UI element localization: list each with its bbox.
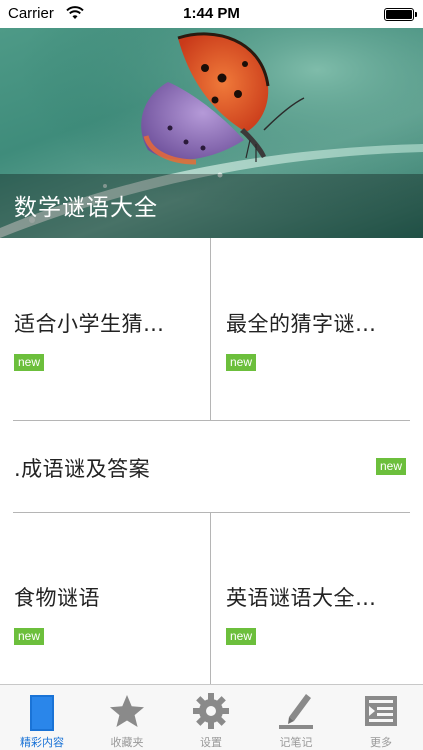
star-icon: [110, 695, 144, 727]
tab-settings[interactable]: 设置: [169, 685, 253, 750]
new-badge: new: [14, 628, 45, 645]
list-icon: [365, 696, 397, 726]
banner[interactable]: 数学谜语大全: [0, 28, 423, 238]
item-title: .成语谜及答案: [14, 457, 151, 481]
pencil-icon: [279, 694, 313, 729]
battery-level-fill: [386, 10, 412, 19]
list-item[interactable]: .成语谜及答案 new: [0, 421, 423, 512]
battery-icon: [384, 8, 417, 21]
list-item[interactable]: 适合小学生猜… new: [0, 238, 210, 420]
tab-label: 更多: [370, 736, 392, 749]
tab-favorites[interactable]: 收藏夹: [85, 685, 169, 750]
banner-title: 数学谜语大全: [14, 195, 158, 221]
new-badge: new: [226, 628, 257, 645]
tab-label: 精彩内容: [20, 736, 64, 749]
list-item[interactable]: 英语谜语大全… new: [211, 513, 423, 684]
status-time: 1:44 PM: [183, 5, 240, 22]
list-item[interactable]: 食物谜语 new: [0, 513, 210, 684]
item-title: 英语谜语大全…: [226, 586, 377, 610]
new-badge: new: [14, 354, 45, 371]
tab-bar: 精彩内容 收藏夹 设置 记笔记 更多: [0, 684, 423, 750]
tab-label: 收藏夹: [110, 736, 144, 749]
item-title: 适合小学生猜…: [14, 312, 165, 336]
bookmark-icon: [30, 695, 54, 731]
list-item[interactable]: 最全的猜字谜… new: [211, 238, 423, 420]
gear-icon: [193, 693, 229, 729]
new-badge: new: [226, 354, 257, 371]
tab-more[interactable]: 更多: [339, 685, 423, 750]
tab-label: 记笔记: [279, 736, 313, 749]
new-badge: new: [376, 458, 407, 475]
tab-featured[interactable]: 精彩内容: [0, 685, 84, 750]
tab-notes[interactable]: 记笔记: [254, 685, 338, 750]
status-bar: Carrier 1:44 PM: [0, 0, 423, 28]
item-title: 食物谜语: [14, 586, 100, 610]
item-title: 最全的猜字谜…: [226, 312, 377, 336]
tab-label: 设置: [200, 736, 222, 749]
content-grid: 适合小学生猜… new 最全的猜字谜… new .成语谜及答案 new 食物谜语…: [0, 238, 423, 684]
